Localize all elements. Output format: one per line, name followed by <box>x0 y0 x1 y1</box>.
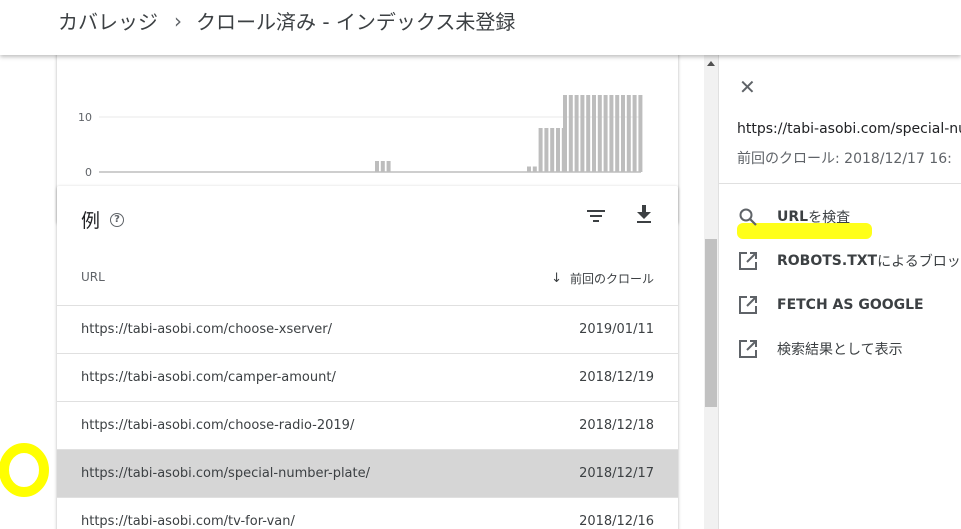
chart-bar[interactable] <box>574 95 579 172</box>
y-tick-label: 10 <box>78 111 92 124</box>
chart-bar[interactable] <box>556 128 560 172</box>
main-content: 1002018/10/302018/11/162018/12/032018/12… <box>0 55 704 529</box>
robots-txt-action[interactable]: ROBOTS.TXT によるブロッ <box>737 250 961 272</box>
chart-bar[interactable] <box>386 161 391 172</box>
examples-title-text: 例 <box>81 210 101 232</box>
chart-bar[interactable] <box>375 161 379 172</box>
action-label-bold: ROBOTS.TXT <box>777 253 878 269</box>
arrow-down-icon: ↓ <box>551 271 562 286</box>
action-label: を検査 <box>808 210 851 226</box>
main-scrollbar[interactable] <box>704 55 718 529</box>
chart-bar[interactable] <box>563 95 567 172</box>
scroll-up-arrow-icon[interactable] <box>707 61 715 66</box>
external-link-icon <box>737 338 759 360</box>
action-label: 検索結果として表示 <box>777 342 903 358</box>
examples-table-body: https://tabi-asobi.com/choose-xserver/ 2… <box>57 306 678 529</box>
chart-bar[interactable] <box>580 95 585 172</box>
chart-bar[interactable] <box>544 128 549 172</box>
inspect-url-action[interactable]: URL を検査 <box>737 206 850 228</box>
row-url: https://tabi-asobi.com/tv-for-van/ <box>81 514 295 529</box>
yellow-circle-annotation <box>0 443 49 497</box>
row-date: 2018/12/18 <box>579 418 654 433</box>
table-row[interactable]: https://tabi-asobi.com/camper-amount/ 20… <box>57 354 678 402</box>
search-icon <box>737 206 759 228</box>
breadcrumb-separator: › <box>174 8 182 33</box>
action-label-bold: FETCH AS GOOGLE <box>777 297 924 313</box>
row-url: https://tabi-asobi.com/camper-amount/ <box>81 370 336 385</box>
chart-bar[interactable] <box>568 95 573 172</box>
column-header-last-crawl[interactable]: ↓ 前回のクロール <box>551 270 654 287</box>
table-row-selected[interactable]: https://tabi-asobi.com/special-number-pl… <box>57 450 678 498</box>
breadcrumb-current: クロール済み - インデックス未登録 <box>196 10 516 34</box>
chart-bar[interactable] <box>609 95 614 172</box>
table-row[interactable]: https://tabi-asobi.com/tv-for-van/ 2018/… <box>57 498 678 529</box>
table-row[interactable]: https://tabi-asobi.com/choose-radio-2019… <box>57 402 678 450</box>
chart-bar[interactable] <box>638 95 643 172</box>
column-header-last-crawl-label: 前回のクロール <box>569 272 654 286</box>
breadcrumb-parent[interactable]: カバレッジ <box>58 6 158 35</box>
row-date: 2018/12/17 <box>579 466 654 481</box>
panel-last-crawl: 前回のクロール: 2018/12/17 16: <box>737 151 952 167</box>
row-date: 2018/12/16 <box>579 514 654 529</box>
chart-bar[interactable] <box>586 95 591 172</box>
close-icon[interactable]: ✕ <box>739 77 756 97</box>
action-label-bold: URL <box>777 209 809 225</box>
chart-bar[interactable] <box>626 95 631 172</box>
y-tick-label: 0 <box>85 166 92 179</box>
row-url: https://tabi-asobi.com/choose-xserver/ <box>81 322 333 337</box>
row-date: 2018/12/19 <box>579 370 654 385</box>
detail-panel: ✕ https://tabi-asobi.com/special-number-… <box>718 55 961 529</box>
chart-bar[interactable] <box>550 128 555 172</box>
action-label: によるブロッ <box>877 254 961 270</box>
examples-title: 例 ? <box>81 206 125 233</box>
chart-bar[interactable] <box>615 95 620 172</box>
download-icon[interactable] <box>633 203 655 225</box>
examples-card: 例 ? URL ↓ 前回のクロール https://tabi-asobi.com… <box>57 186 678 529</box>
chart-bar[interactable] <box>380 161 385 172</box>
view-as-search-result-action[interactable]: 検索結果として表示 <box>737 338 903 360</box>
chart-bar[interactable] <box>632 95 637 172</box>
fetch-as-google-action[interactable]: FETCH AS GOOGLE <box>737 294 924 316</box>
table-row[interactable]: https://tabi-asobi.com/choose-xserver/ 2… <box>57 306 678 354</box>
breadcrumb: カバレッジ › クロール済み - インデックス未登録 <box>58 6 515 35</box>
chart-bar[interactable] <box>621 95 625 172</box>
chart-bar[interactable] <box>592 95 596 172</box>
external-link-icon <box>737 250 759 272</box>
chart-bar[interactable] <box>538 128 543 172</box>
help-circle-icon[interactable]: ? <box>110 212 125 227</box>
panel-url: https://tabi-asobi.com/special-number-pl… <box>737 121 961 137</box>
row-url: https://tabi-asobi.com/choose-radio-2019… <box>81 418 355 433</box>
filter-icon[interactable] <box>585 206 607 226</box>
external-link-icon <box>737 294 759 316</box>
chart-bar[interactable] <box>532 166 537 173</box>
row-date: 2019/01/11 <box>579 322 654 337</box>
scroll-thumb[interactable] <box>705 239 717 407</box>
page-header: カバレッジ › クロール済み - インデックス未登録 <box>0 0 961 55</box>
chart-bar[interactable] <box>597 95 602 172</box>
column-header-url: URL <box>81 270 105 284</box>
chart-bar[interactable] <box>603 95 608 172</box>
row-url: https://tabi-asobi.com/special-number-pl… <box>81 466 371 481</box>
chart-bar[interactable] <box>527 166 531 173</box>
divider <box>719 183 961 184</box>
